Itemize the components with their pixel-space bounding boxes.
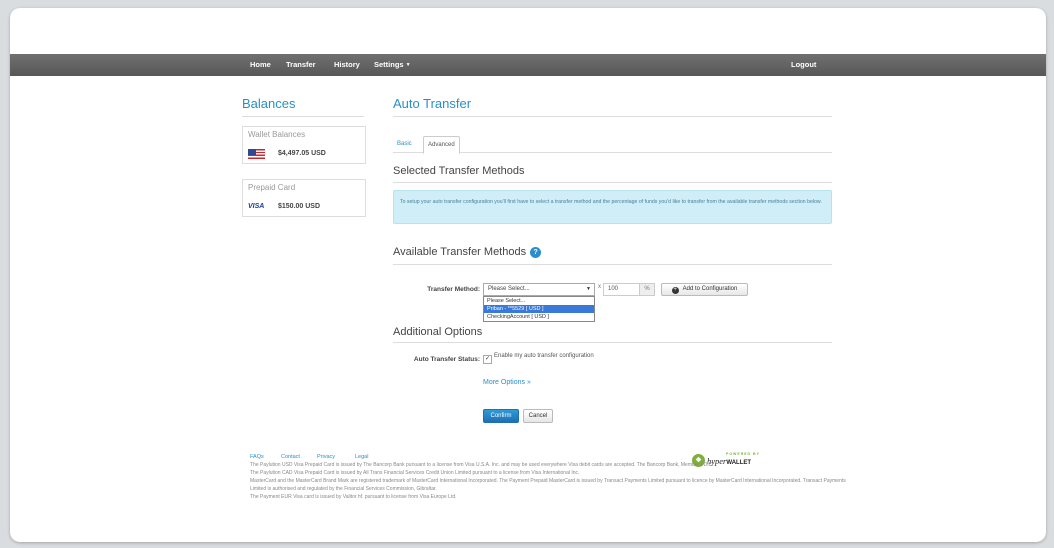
add-to-configuration-button[interactable]: + Add to Configuration xyxy=(661,283,748,296)
prepaid-amount: $150.00 USD xyxy=(278,203,321,210)
footer-link-legal[interactable]: Legal xyxy=(355,454,368,460)
dropdown-option[interactable]: Please Select... xyxy=(484,297,594,305)
prepaid-card-panel: Prepaid Card VISA $150.00 USD xyxy=(242,179,366,217)
nav-transfer[interactable]: Transfer xyxy=(286,54,316,76)
additional-options-heading: Additional Options xyxy=(393,326,483,338)
selected-methods-heading: Selected Transfer Methods xyxy=(393,165,525,177)
wallet-amount: $4,497.05 USD xyxy=(278,150,326,157)
auto-transfer-checkbox-label[interactable]: Enable my auto transfer configuration xyxy=(494,353,594,359)
divider xyxy=(242,116,364,117)
nav-settings[interactable]: Settings ▼ xyxy=(374,54,411,76)
more-options-link[interactable]: More Options » xyxy=(483,379,531,386)
nav-history[interactable]: History xyxy=(334,54,360,76)
cancel-button[interactable]: Cancel xyxy=(523,409,553,423)
transfer-method-select[interactable]: Please Select... ▼ xyxy=(483,283,595,296)
percent-addon: % xyxy=(639,284,654,295)
confirm-button[interactable]: Confirm xyxy=(483,409,519,423)
auto-transfer-checkbox[interactable]: ✓ xyxy=(483,355,492,364)
legal-paragraph: The Payment EUR Visa card is issued by V… xyxy=(250,494,457,500)
prepaid-card-title: Prepaid Card xyxy=(248,183,296,192)
tab-basic[interactable]: Basic xyxy=(393,136,416,152)
dropdown-option[interactable]: CheckingAccount [ USD ] xyxy=(484,313,594,321)
available-methods-title: Available Transfer Methods xyxy=(393,246,527,258)
percentage-value: 100 xyxy=(608,286,619,292)
help-icon[interactable]: ? xyxy=(530,247,542,258)
transfer-method-dropdown: Please Select... Priban - **5529 [ USD ]… xyxy=(483,296,595,322)
info-alert: To setup your auto transfer configuratio… xyxy=(393,190,832,224)
footer-link-privacy[interactable]: Privacy xyxy=(317,454,335,460)
multiply-sign: x xyxy=(598,284,601,290)
percentage-input[interactable]: 100 % xyxy=(603,283,655,296)
browser-window: Home Transfer History Settings ▼ Logout B… xyxy=(10,8,1046,542)
top-navbar: Home Transfer History Settings ▼ Logout xyxy=(10,54,1046,76)
legal-paragraph: MasterCard and the MasterCard Brand Mark… xyxy=(250,478,846,492)
us-flag-icon xyxy=(248,149,265,159)
nav-settings-label: Settings xyxy=(374,60,404,69)
nav-logout[interactable]: Logout xyxy=(791,54,816,76)
select-value: Please Select... xyxy=(488,286,530,292)
divider xyxy=(393,116,832,117)
legal-paragraph: The Paylution CAD Visa Prepaid Card is i… xyxy=(250,470,580,476)
tab-advanced[interactable]: Advanced xyxy=(423,136,460,154)
legal-disclaimer: The Paylution USD Visa Prepaid Card is i… xyxy=(250,461,852,501)
divider xyxy=(393,264,832,265)
auto-transfer-status-label: Auto Transfer Status: xyxy=(413,356,480,363)
dropdown-option-selected[interactable]: Priban - **5529 [ USD ] xyxy=(484,305,594,313)
wallet-balances-title: Wallet Balances xyxy=(248,130,306,139)
divider xyxy=(393,182,832,183)
plus-circle-icon: + xyxy=(671,287,679,294)
visa-logo: VISA xyxy=(248,203,265,210)
wallet-balance-panel: Wallet Balances $4,497.05 USD xyxy=(242,126,366,164)
add-button-label: Add to Configuration xyxy=(682,286,738,292)
available-methods-heading: Available Transfer Methods? xyxy=(393,246,542,258)
chevron-down-icon: ▼ xyxy=(405,62,411,69)
balances-heading: Balances xyxy=(242,96,296,111)
page-title: Auto Transfer xyxy=(393,96,472,111)
transfer-method-label: Transfer Method: xyxy=(427,286,480,293)
legal-paragraph: The Paylution USD Visa Prepaid Card is i… xyxy=(250,462,714,468)
footer-link-faqs[interactable]: FAQs xyxy=(250,454,264,460)
nav-home[interactable]: Home xyxy=(250,54,271,76)
footer-link-contact[interactable]: Contact xyxy=(281,454,300,460)
divider xyxy=(393,342,832,343)
dropdown-arrow-icon: ▼ xyxy=(586,286,591,292)
